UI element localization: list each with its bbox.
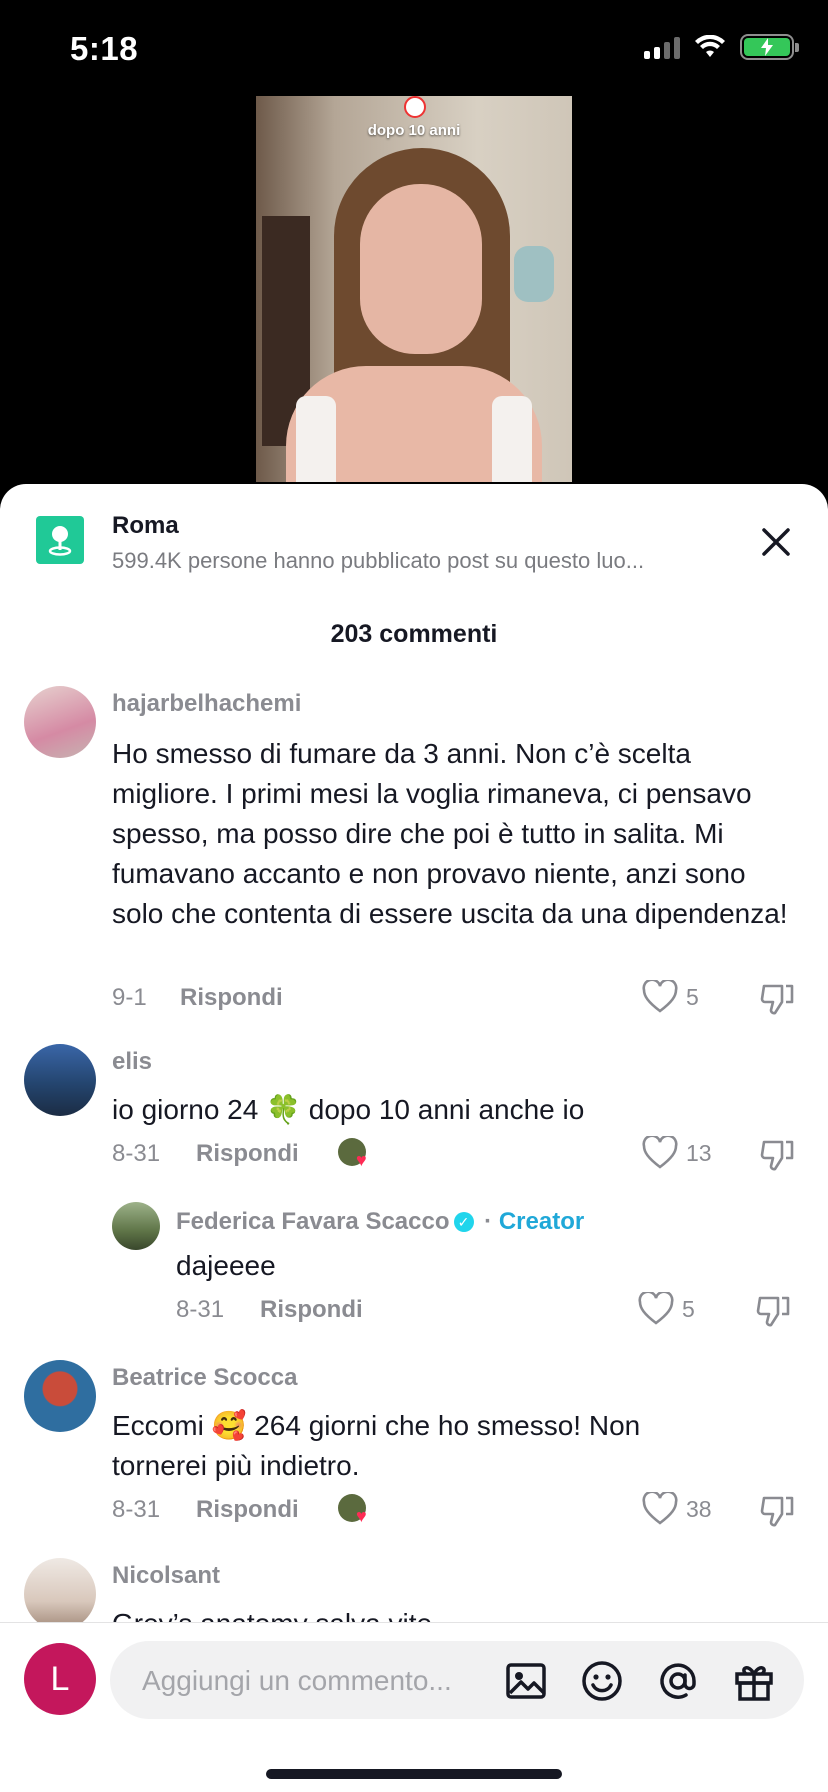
comment-date: 8-31 [176,1296,225,1323]
image-icon[interactable] [504,1659,548,1703]
wifi-icon [695,35,725,57]
location-title: Roma [112,512,179,539]
comment-text: io giorno 24 🍀 dopo 10 anni anche io [112,1094,585,1125]
reply-button[interactable]: Rispondi [260,1296,363,1324]
heart-icon [642,1492,678,1525]
like-button[interactable]: 38 [642,1492,712,1526]
comment-username[interactable]: elis [112,1048,152,1076]
avatar[interactable] [24,1558,96,1630]
avatar[interactable] [112,1202,160,1250]
comment-date: 9-1 [112,984,147,1011]
video-preview[interactable]: dopo 10 anni [256,96,572,482]
location-banner[interactable]: Roma 599.4K persone hanno pubblicato pos… [0,484,828,594]
status-bar: 5:18 [0,0,828,96]
emoji-icon[interactable] [580,1659,624,1703]
creator-liked-heart-icon: ♥ [356,1506,367,1526]
dislike-icon[interactable] [756,1292,792,1328]
my-avatar[interactable]: L [24,1643,96,1715]
mention-icon[interactable] [656,1659,700,1703]
comment-text: Ho smesso di fumare da 3 anni. Non c’è s… [112,738,788,929]
comment-username[interactable]: Federica Favara Scacco ✓ · Creator [176,1208,584,1236]
creator-liked-heart-icon: ♥ [356,1150,367,1170]
heart-icon [642,980,678,1013]
location-pin-icon [36,516,84,564]
avatar[interactable] [24,686,96,758]
dislike-icon[interactable] [760,1136,796,1172]
verified-icon: ✓ [453,1212,474,1232]
heart-icon [642,1136,678,1169]
no-smoking-icon [404,96,426,118]
status-time: 5:18 [70,30,139,67]
comment-username[interactable]: hajarbelhachemi [112,690,301,718]
comment-input-placeholder: Aggiungi un commento... [142,1665,452,1696]
comment-input-bar: L Aggiungi un commento... [0,1622,828,1792]
avatar[interactable] [24,1044,96,1116]
comments-count: 203 commenti [330,620,498,648]
dislike-icon[interactable] [760,1492,796,1528]
comments-sheet: Roma 599.4K persone hanno pubblicato pos… [0,484,828,1792]
comment-text: dajeeee [176,1250,276,1281]
like-button[interactable]: 5 [638,1292,695,1326]
like-button[interactable]: 13 [642,1136,712,1170]
reply-button[interactable]: Rispondi [196,1496,299,1524]
comment-input[interactable]: Aggiungi un commento... [110,1641,804,1719]
close-icon[interactable] [756,522,796,562]
reply-button[interactable]: Rispondi [180,984,283,1012]
comment-date: 8-31 [112,1496,161,1523]
battery-icon [740,34,799,60]
comment-username[interactable]: Nicolsant [112,1562,220,1590]
comment-text: Eccomi 🥰 264 giorni che ho smesso! Non t… [112,1410,641,1481]
like-count: 5 [682,1295,695,1322]
status-icons [644,34,799,60]
cellular-signal-icon [644,35,680,59]
reply-button[interactable]: Rispondi [196,1140,299,1168]
like-button[interactable]: 5 [642,980,699,1014]
gift-icon[interactable] [732,1659,776,1703]
comment-date: 8-31 [112,1140,161,1167]
home-indicator[interactable] [266,1769,562,1779]
dislike-icon[interactable] [760,980,796,1016]
location-subtitle: 599.4K persone hanno pubblicato post su … [112,548,645,573]
avatar[interactable] [24,1360,96,1432]
comment-username[interactable]: Beatrice Scocca [112,1364,297,1392]
creator-badge: Creator [498,1208,585,1235]
like-count: 13 [686,1139,712,1166]
heart-icon [638,1292,674,1325]
like-count: 5 [686,983,699,1010]
like-count: 38 [686,1495,712,1522]
video-caption: dopo 10 anni [367,122,461,139]
